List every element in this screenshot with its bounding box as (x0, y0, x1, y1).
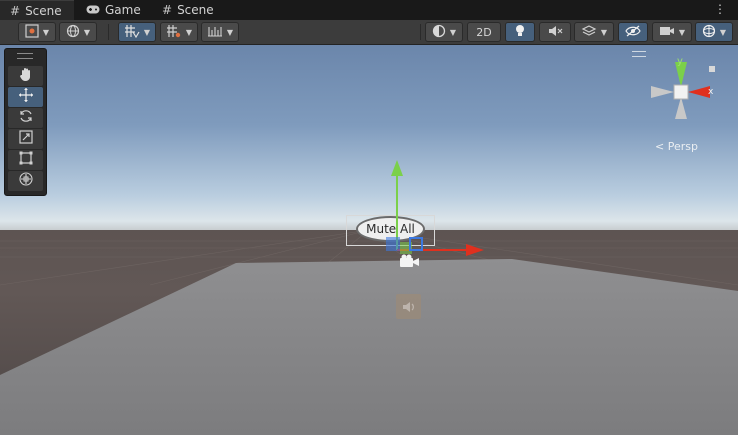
shading-mode-dropdown[interactable]: ▼ (425, 22, 463, 42)
tab-label: Game (105, 3, 141, 17)
grid-snap-icon (124, 24, 140, 41)
toolbar-divider (420, 24, 421, 40)
eye-hidden-icon (625, 25, 641, 40)
camera-settings-dropdown[interactable]: ▼ (652, 22, 692, 42)
chevron-down-icon: ▼ (185, 27, 193, 37)
2d-label: 2D (476, 25, 492, 39)
scene-toolbar: ▼ ▼ ▼ ▼ ▼ ▼ 2D ▼ ▼ ▼ (0, 20, 738, 45)
ruler-icon (207, 25, 223, 40)
gizmos-dropdown[interactable]: ▼ (695, 22, 733, 42)
tab-game[interactable]: Game (86, 0, 141, 20)
audio-source-icon (396, 294, 421, 319)
hash-icon: # (10, 3, 21, 18)
snap-increment-icon (166, 24, 182, 41)
x-axis-arrow (466, 244, 484, 256)
chevron-down-icon: ▼ (42, 27, 50, 37)
y-axis-arrow (391, 160, 403, 176)
scene-viewport[interactable]: y x < Persp Mute All (0, 45, 738, 435)
chevron-down-icon: ▼ (719, 27, 727, 37)
chevron-down-icon: ▼ (143, 27, 151, 37)
camera-icon (659, 25, 675, 40)
tab-scene[interactable]: # Scene (0, 0, 74, 20)
draw-mode-dropdown[interactable]: ▼ (18, 22, 56, 42)
speaker-muted-icon (547, 24, 563, 41)
scene-visibility-toggle[interactable] (618, 22, 648, 42)
chevron-down-icon: ▼ (678, 27, 686, 37)
tab-label: Scene (25, 3, 62, 18)
ruler-dropdown[interactable]: ▼ (201, 22, 239, 42)
2d-toggle[interactable]: 2D (467, 22, 501, 42)
shaded-mode-icon (25, 23, 39, 41)
tab-label: Scene (177, 3, 214, 17)
grid-snapping-toggle[interactable]: ▼ (118, 22, 156, 42)
tab-scene-2[interactable]: # Scene (162, 0, 214, 20)
increment-snapping-dropdown[interactable]: ▼ (160, 22, 198, 42)
hash-icon: # (162, 3, 173, 17)
chevron-down-icon: ▼ (600, 27, 608, 37)
effects-dropdown[interactable]: ▼ (574, 22, 614, 42)
chevron-down-icon: ▼ (449, 27, 457, 37)
lightbulb-icon (514, 24, 526, 41)
effects-layers-icon (581, 24, 597, 41)
more-options-icon[interactable]: ⋮ (714, 2, 726, 16)
audio-toggle[interactable] (539, 22, 571, 42)
camera-gizmo-icon (399, 253, 421, 272)
gizmo-globe-icon (702, 24, 716, 41)
move-gizmo[interactable] (0, 45, 738, 435)
chevron-down-icon: ▼ (226, 27, 234, 37)
lighting-toggle[interactable] (505, 22, 535, 42)
xy-plane-handle (386, 237, 400, 251)
gamepad-icon (86, 3, 100, 17)
chevron-down-icon: ▼ (83, 27, 91, 37)
global-local-dropdown[interactable]: ▼ (59, 22, 97, 42)
tab-bar: # Scene Game # Scene ⋮ (0, 0, 738, 20)
shading-sphere-icon (432, 24, 446, 41)
globe-icon (66, 24, 80, 41)
toolbar-divider (108, 24, 109, 40)
